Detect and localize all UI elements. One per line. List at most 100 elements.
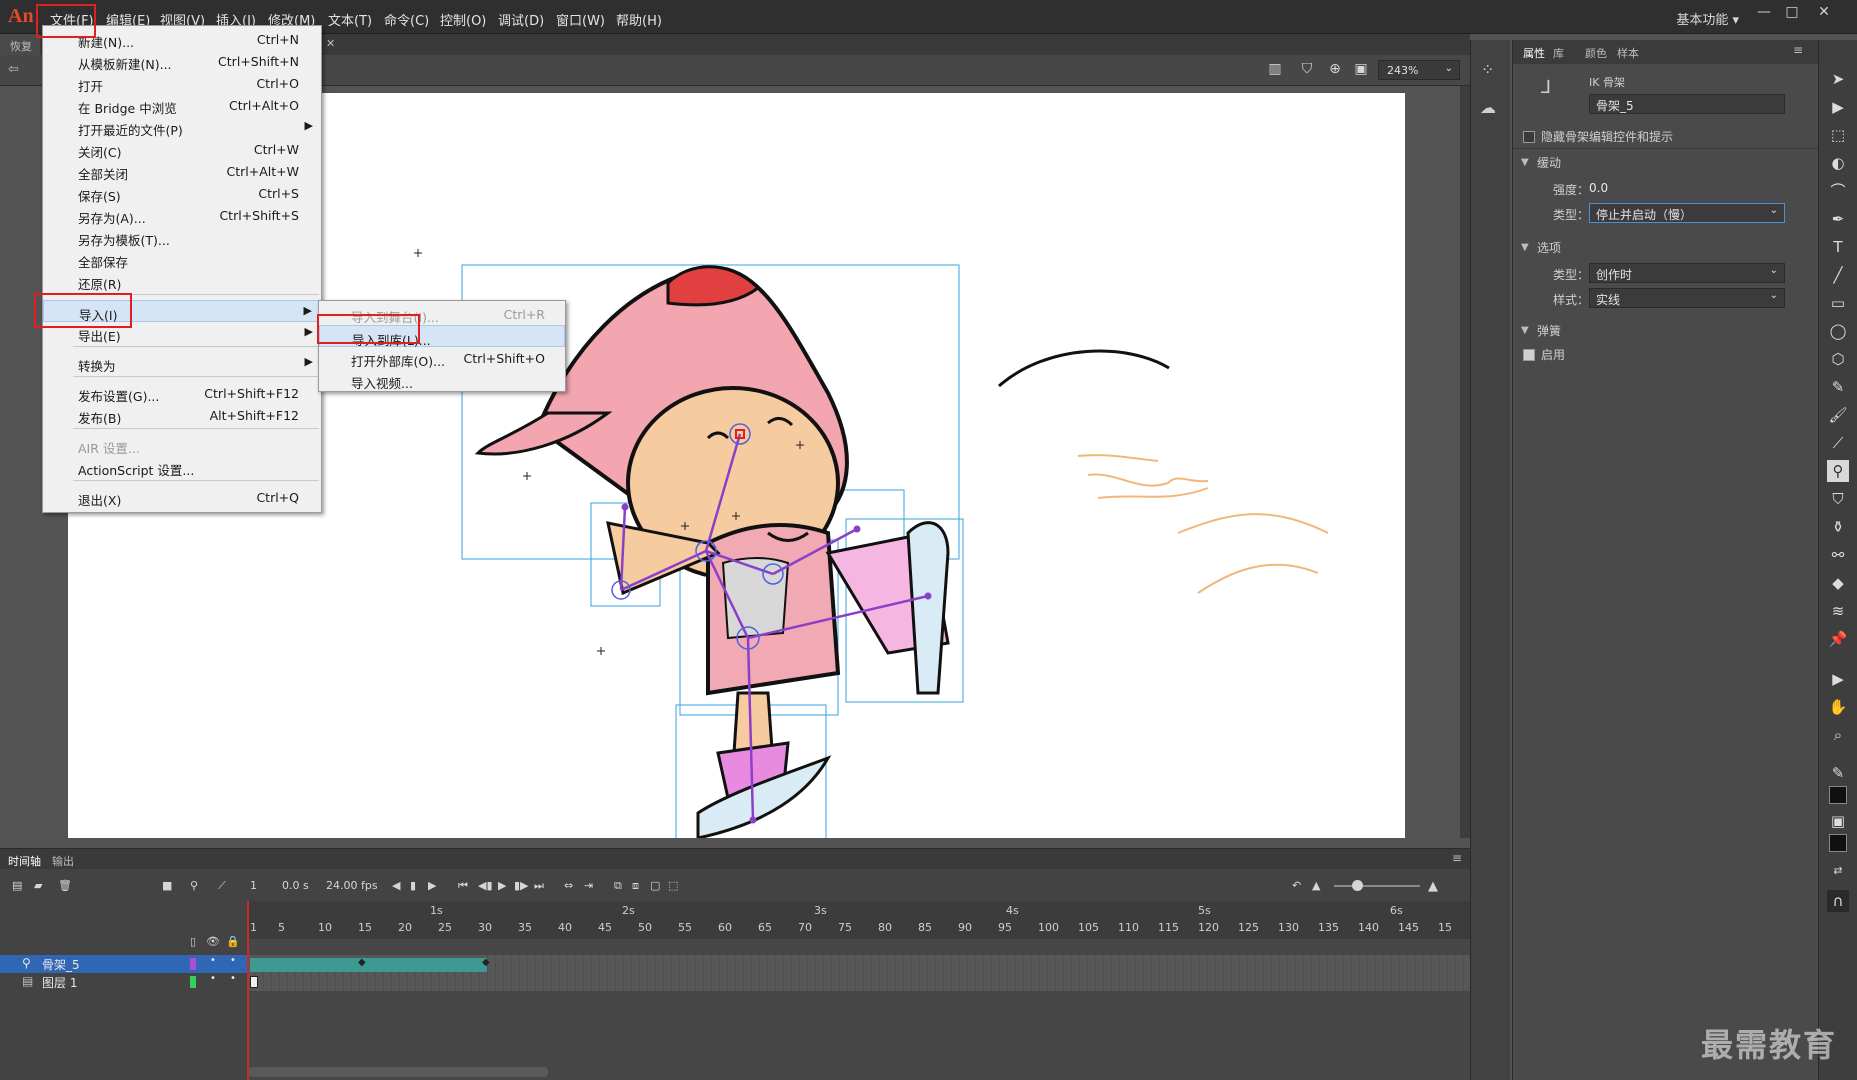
paint-bucket-tool-icon[interactable]: ⛉ xyxy=(1827,488,1849,510)
menu-save[interactable]: 保存(S) Ctrl+S xyxy=(43,182,321,204)
stage-fit-icon[interactable]: ▣ xyxy=(1352,61,1370,79)
frames-area[interactable]: ◆ ◆ xyxy=(248,939,1470,1080)
option-style-select[interactable]: 实线 ⌄ xyxy=(1589,288,1785,308)
pencil-tool-icon[interactable]: ✎ xyxy=(1827,376,1849,398)
oval-tool-icon[interactable]: ◯ xyxy=(1827,320,1849,342)
paint-bucket-icon[interactable]: ⛉ xyxy=(1298,61,1316,79)
menu-open-external-library[interactable]: 打开外部库(O)... Ctrl+Shift+O xyxy=(319,347,565,369)
collapse-ease-icon[interactable]: ▼ xyxy=(1521,157,1529,168)
hand-tool-icon[interactable]: ✋ xyxy=(1827,696,1849,718)
step-back-icon[interactable]: ◀▮ xyxy=(478,879,493,892)
brush-tool-icon[interactable]: ⟋ xyxy=(1827,432,1849,454)
tab-output[interactable]: 输出 xyxy=(52,853,74,869)
go-last-frame-icon[interactable]: ⏭ xyxy=(534,879,544,893)
pin-tool-icon[interactable]: 📌 xyxy=(1827,628,1849,650)
menu-browse-bridge[interactable]: 在 Bridge 中浏览 Ctrl+Alt+O xyxy=(43,94,321,116)
lock-dot[interactable]: • xyxy=(230,955,236,966)
menu-open-recent[interactable]: 打开最近的文件(P) ▶ xyxy=(43,116,321,138)
instance-name-field[interactable]: 骨架_5 xyxy=(1589,94,1785,114)
swap-colors-icon[interactable]: ⇄ xyxy=(1827,860,1849,882)
tab-library[interactable]: 库 xyxy=(1553,45,1564,61)
pose-marker[interactable]: ◆ xyxy=(358,957,366,968)
onion-skin-icon[interactable]: ⧉ xyxy=(614,879,622,893)
frame-row[interactable]: ◆ ◆ xyxy=(248,955,1470,973)
current-frame[interactable]: 1 xyxy=(250,879,257,892)
minimize-icon[interactable]: — xyxy=(1752,4,1776,26)
menu-save-as[interactable]: 另存为(A)... Ctrl+Shift+S xyxy=(43,204,321,226)
menu-publish-settings[interactable]: 发布设置(G)... Ctrl+Shift+F12 xyxy=(43,382,321,404)
document-tab[interactable]: 恢复 xyxy=(0,34,40,55)
pose-marker[interactable]: ◆ xyxy=(482,957,490,968)
panel-menu-icon[interactable]: ≡ xyxy=(1793,43,1803,57)
menu-save-as-template[interactable]: 另存为模板(T)... xyxy=(43,226,321,248)
new-folder-icon[interactable]: ▰ xyxy=(34,879,42,892)
delete-layer-icon[interactable]: 🗑 xyxy=(58,879,72,892)
outline-column-icon[interactable]: ▯ xyxy=(190,935,196,948)
timeline-scrollbar[interactable] xyxy=(248,1067,548,1077)
visibility-column-icon[interactable]: 👁 xyxy=(206,935,220,948)
back-arrow-icon[interactable]: ⇦ xyxy=(8,62,19,77)
ease-type-select[interactable]: 停止并启动（慢） ⌄ xyxy=(1589,203,1785,223)
visibility-dot[interactable]: • xyxy=(210,955,216,966)
paint-brush-tool-icon[interactable]: 🖌 xyxy=(1827,404,1849,426)
menu-open[interactable]: 打开 Ctrl+O xyxy=(43,72,321,94)
camera-icon[interactable]: ■ xyxy=(162,879,172,892)
frame-rate[interactable]: 24.00 fps xyxy=(326,879,378,892)
ink-bottle-tool-icon[interactable]: ⚱ xyxy=(1827,516,1849,538)
stage-scrollbar[interactable] xyxy=(1460,86,1470,838)
width-tool-icon[interactable]: ≋ xyxy=(1827,600,1849,622)
menu-new-from-template[interactable]: 从模板新建(N)... Ctrl+Shift+N xyxy=(43,50,321,72)
menu-window[interactable]: 窗口(W) xyxy=(556,10,605,29)
zoom-in-timeline-icon[interactable]: ▲ xyxy=(1428,879,1438,894)
menu-revert[interactable]: 还原(R) xyxy=(43,270,321,292)
menu-convert-to[interactable]: 转换为 ▶ xyxy=(43,352,321,374)
fill-color-swatch[interactable] xyxy=(1829,834,1847,852)
modify-markers-icon[interactable]: ⬚ xyxy=(668,879,678,892)
menu-commands[interactable]: 命令(C) xyxy=(384,10,429,29)
clip-icon[interactable]: ▥ xyxy=(1266,61,1284,79)
pen-tool-icon[interactable]: ✒ xyxy=(1827,208,1849,230)
play-icon[interactable]: ▶ xyxy=(498,879,506,892)
layer-row[interactable]: ▤ 图层 1 • • xyxy=(0,973,248,991)
panel-menu-icon[interactable]: ≡ xyxy=(1452,851,1462,865)
strength-value[interactable]: 0.0 xyxy=(1589,181,1608,195)
line-tool-icon[interactable]: ╱ xyxy=(1827,264,1849,286)
zoom-select[interactable]: 243% ⌄ xyxy=(1378,60,1460,80)
menu-close[interactable]: 关闭(C) Ctrl+W xyxy=(43,138,321,160)
edit-multiple-frames-icon[interactable]: ▢ xyxy=(650,879,660,892)
stroke-color-icon[interactable]: ✎ xyxy=(1827,762,1849,784)
cc-libraries-icon[interactable]: ☁ xyxy=(1480,98,1496,117)
snap-magnet-icon[interactable]: ∩ xyxy=(1827,890,1849,912)
prev-keyframe-icon[interactable]: ◀ xyxy=(392,879,400,892)
tab-color[interactable]: 颜色 xyxy=(1585,45,1607,61)
tab-properties[interactable]: 属性 xyxy=(1523,45,1545,61)
lock-column-icon[interactable]: 🔒 xyxy=(226,935,240,948)
undo-icon[interactable]: ↶ xyxy=(1292,879,1301,892)
eraser-tool-icon[interactable]: ◆ xyxy=(1827,572,1849,594)
layer-row[interactable]: ⚲ 骨架_5 • • xyxy=(0,955,248,973)
menu-debug[interactable]: 调试(D) xyxy=(498,10,544,29)
menu-help[interactable]: 帮助(H) xyxy=(616,10,662,29)
stroke-color-swatch[interactable] xyxy=(1829,786,1847,804)
collapse-spring-icon[interactable]: ▼ xyxy=(1521,325,1529,336)
timeline-zoom-slider[interactable] xyxy=(1334,885,1420,887)
timeline-ruler[interactable]: 1s 2s 3s 4s 5s 6s 1 5 10 15 20 25 30 35 40 45 50 55… xyxy=(248,901,1470,939)
lasso-tool-icon[interactable]: ⌒ xyxy=(1827,180,1849,202)
rectangle-tool-icon[interactable]: ▭ xyxy=(1827,292,1849,314)
enable-spring-checkbox[interactable] xyxy=(1523,349,1535,361)
free-transform-tool-icon[interactable]: ⬚ xyxy=(1827,124,1849,146)
hide-armature-checkbox[interactable] xyxy=(1523,131,1535,143)
visibility-dot[interactable]: • xyxy=(210,973,216,984)
option-type-select[interactable]: 创作时 ⌄ xyxy=(1589,263,1785,283)
graph-icon[interactable]: ⟋ xyxy=(218,879,226,893)
go-first-frame-icon[interactable]: ⏮ xyxy=(458,879,468,893)
eyedropper-tool-icon[interactable]: ⚯ xyxy=(1827,544,1849,566)
polystar-tool-icon[interactable]: ⬡ xyxy=(1827,348,1849,370)
text-tool-icon[interactable]: T xyxy=(1827,236,1849,258)
selection-tool-icon[interactable]: ➤ xyxy=(1827,68,1849,90)
tab-close-icon[interactable]: ✕ xyxy=(326,37,335,50)
bone-tool-icon[interactable]: ⚲ xyxy=(1827,460,1849,482)
maximize-icon[interactable]: □ xyxy=(1780,4,1804,26)
menu-actionscript-settings[interactable]: ActionScript 设置... xyxy=(43,456,321,478)
menu-control[interactable]: 控制(O) xyxy=(440,10,486,29)
